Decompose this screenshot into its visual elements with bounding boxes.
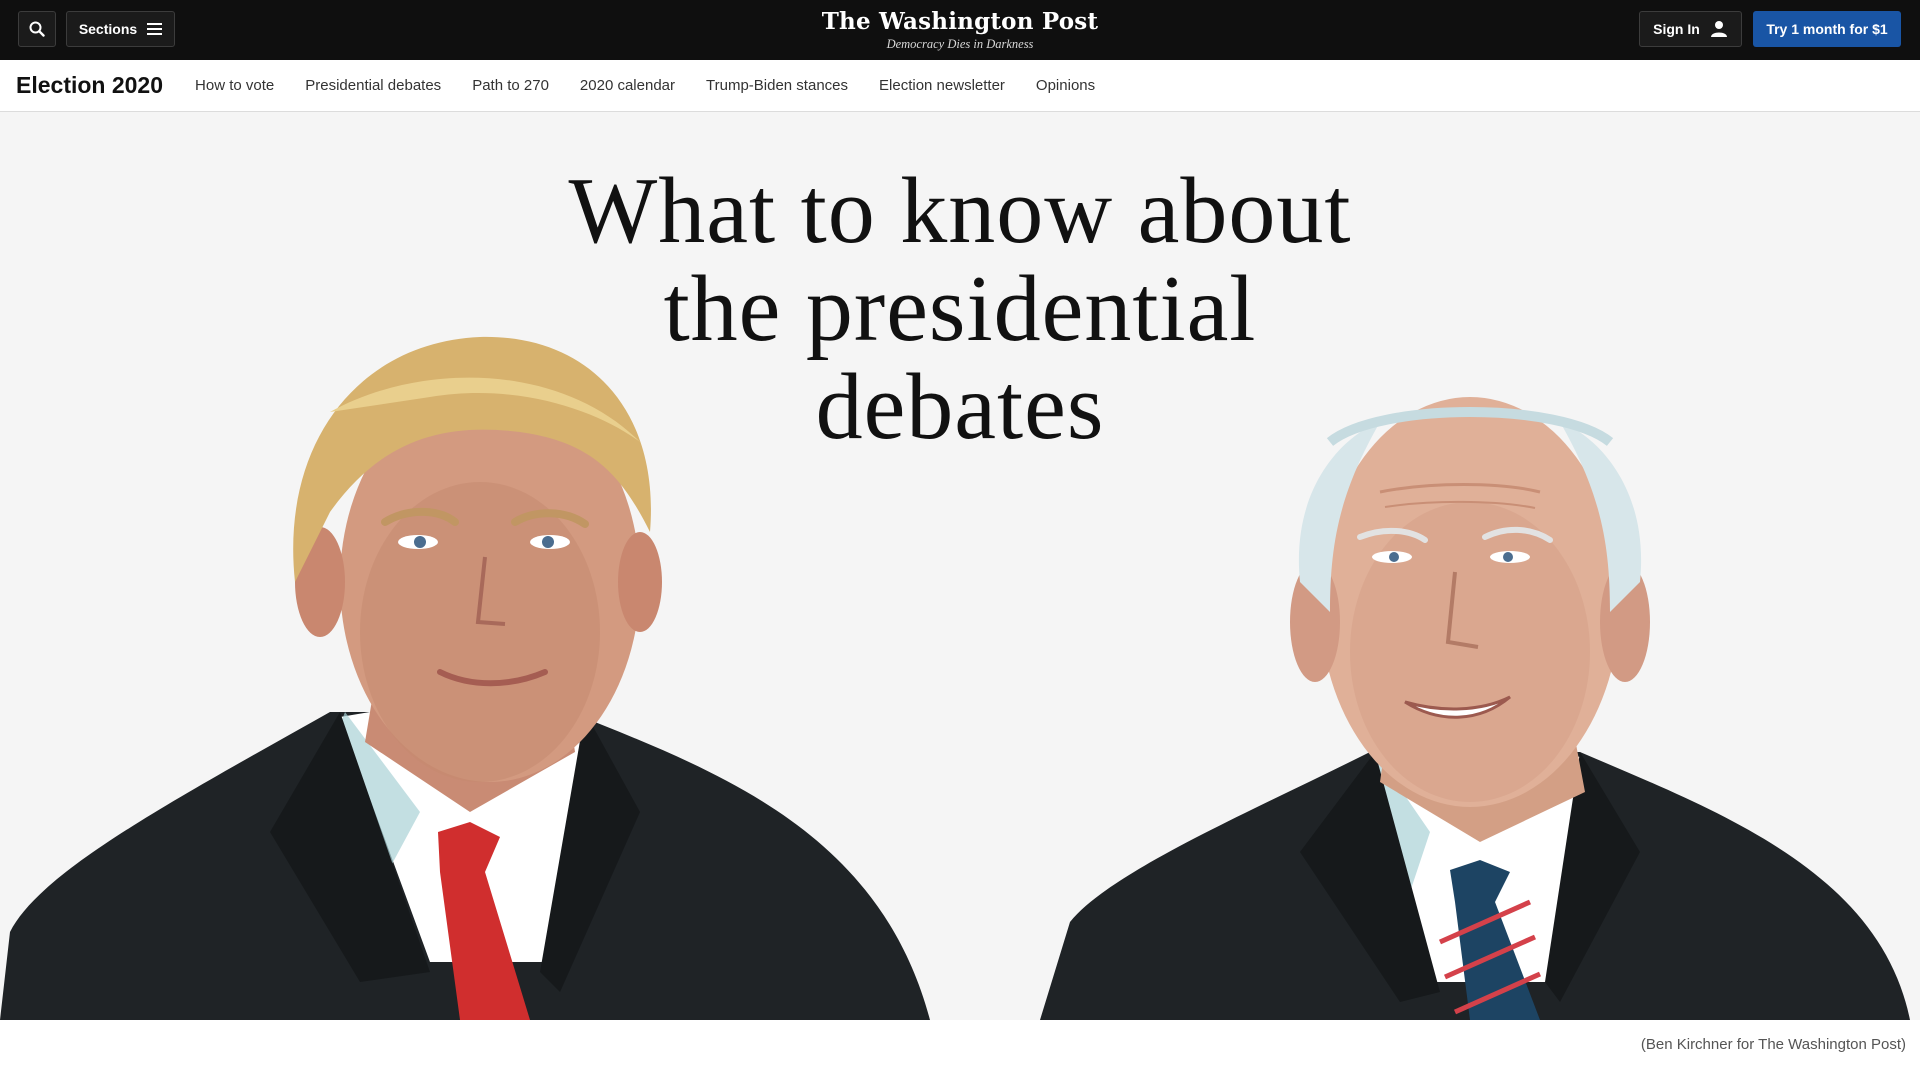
sign-in-button[interactable]: Sign In bbox=[1639, 11, 1742, 47]
nav-link-election-newsletter[interactable]: Election newsletter bbox=[879, 77, 1005, 94]
right-portrait bbox=[1040, 397, 1910, 1020]
top-bar: Sections The Washington Post Democracy D… bbox=[0, 0, 1920, 60]
image-caption: (Ben Kirchner for The Washington Post) bbox=[1640, 1036, 1906, 1053]
hero-section: What to know about the presidential deba… bbox=[0, 112, 1920, 1020]
masthead-logo[interactable]: The Washington Post bbox=[760, 8, 1160, 36]
search-icon bbox=[29, 21, 45, 37]
masthead-tagline: Democracy Dies in Darkness bbox=[886, 37, 1034, 51]
subscribe-button[interactable]: Try 1 month for $1 bbox=[1753, 11, 1901, 47]
sections-label: Sections bbox=[78, 21, 138, 37]
masthead[interactable]: The Washington Post Democracy Dies in Da… bbox=[760, 8, 1160, 52]
nav-link-2020-calendar[interactable]: 2020 calendar bbox=[580, 77, 675, 94]
sections-button[interactable]: Sections bbox=[66, 11, 175, 47]
search-button[interactable] bbox=[18, 11, 56, 47]
hero-headline[interactable]: What to know about the presidential deba… bbox=[560, 162, 1360, 456]
nav-link-opinions[interactable]: Opinions bbox=[1036, 77, 1095, 94]
section-nav: Election 2020 How to vote Presidential d… bbox=[0, 60, 1920, 112]
sign-in-label: Sign In bbox=[1653, 21, 1700, 37]
user-icon bbox=[1710, 21, 1727, 37]
nav-link-how-to-vote[interactable]: How to vote bbox=[195, 77, 274, 94]
nav-link-presidential-debates[interactable]: Presidential debates bbox=[305, 77, 441, 94]
menu-icon bbox=[147, 23, 163, 35]
nav-link-trump-biden-stances[interactable]: Trump-Biden stances bbox=[706, 77, 848, 94]
section-title[interactable]: Election 2020 bbox=[16, 72, 163, 99]
nav-link-path-to-270[interactable]: Path to 270 bbox=[472, 77, 549, 94]
